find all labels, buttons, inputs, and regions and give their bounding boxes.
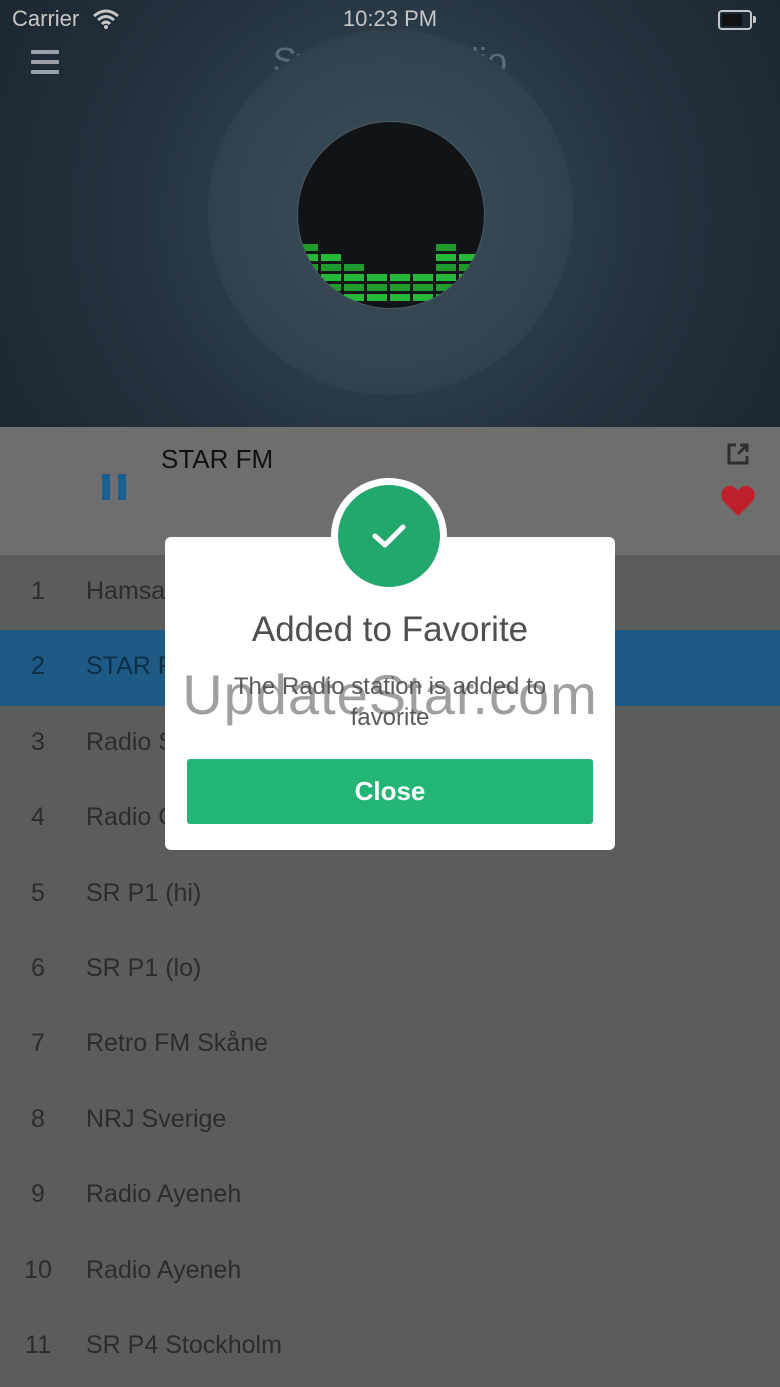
station-number: 10	[24, 1255, 52, 1284]
success-badge	[331, 478, 447, 594]
equalizer-icon	[298, 244, 484, 301]
battery-icon	[718, 10, 756, 30]
watermark: UpdateStar.com	[182, 663, 598, 726]
share-icon[interactable]	[726, 442, 750, 466]
station-name: Radio Ayeneh	[86, 1180, 242, 1209]
station-number: 3	[31, 727, 45, 756]
station-name: SR P1 (lo)	[86, 953, 202, 982]
station-row[interactable]: 7 Retro FM Skåne	[0, 1007, 780, 1082]
station-row[interactable]: 8 NRJ Sverige	[0, 1083, 780, 1158]
station-name: NRJ Sverige	[86, 1104, 227, 1133]
pause-icon[interactable]	[102, 474, 126, 500]
station-name: SR P4 Stockholm	[86, 1330, 282, 1359]
station-name: Radio C	[86, 803, 177, 832]
close-button[interactable]: Close	[187, 759, 593, 824]
now-playing-title: STAR FM	[161, 444, 274, 474]
station-row[interactable]: 5 SR P1 (hi)	[0, 857, 780, 932]
station-number: 6	[31, 953, 45, 982]
station-number: 1	[31, 577, 45, 605]
checkmark-icon	[372, 524, 406, 548]
station-row[interactable]: 11 SR P4 Stockholm	[0, 1309, 780, 1384]
favorite-heart-icon[interactable]	[720, 484, 756, 518]
station-row[interactable]: 10 Radio Ayeneh	[0, 1234, 780, 1309]
station-name: Radio S	[86, 727, 175, 756]
equalizer-artwork	[297, 121, 485, 309]
station-name: SR P1 (hi)	[86, 878, 202, 907]
station-number: 5	[31, 878, 45, 907]
station-number: 4	[31, 803, 45, 832]
station-row[interactable]: 9 Radio Ayeneh	[0, 1158, 780, 1233]
station-number: 9	[31, 1180, 45, 1209]
station-number: 7	[31, 1029, 45, 1058]
station-name: Radio Ayeneh	[86, 1255, 242, 1284]
alert-title: Added to Favorite	[251, 610, 529, 649]
success-circle	[338, 485, 440, 587]
station-name: Retro FM Skåne	[86, 1029, 269, 1058]
station-row[interactable]: 6 SR P1 (lo)	[0, 932, 780, 1007]
station-number: 11	[25, 1330, 51, 1359]
status-time: 10:23 PM	[342, 6, 438, 31]
player-header: Carrier 10:23 PM Sweden Radio	[0, 0, 780, 427]
station-name: Hamsa	[86, 577, 166, 605]
station-number: 8	[31, 1104, 45, 1133]
